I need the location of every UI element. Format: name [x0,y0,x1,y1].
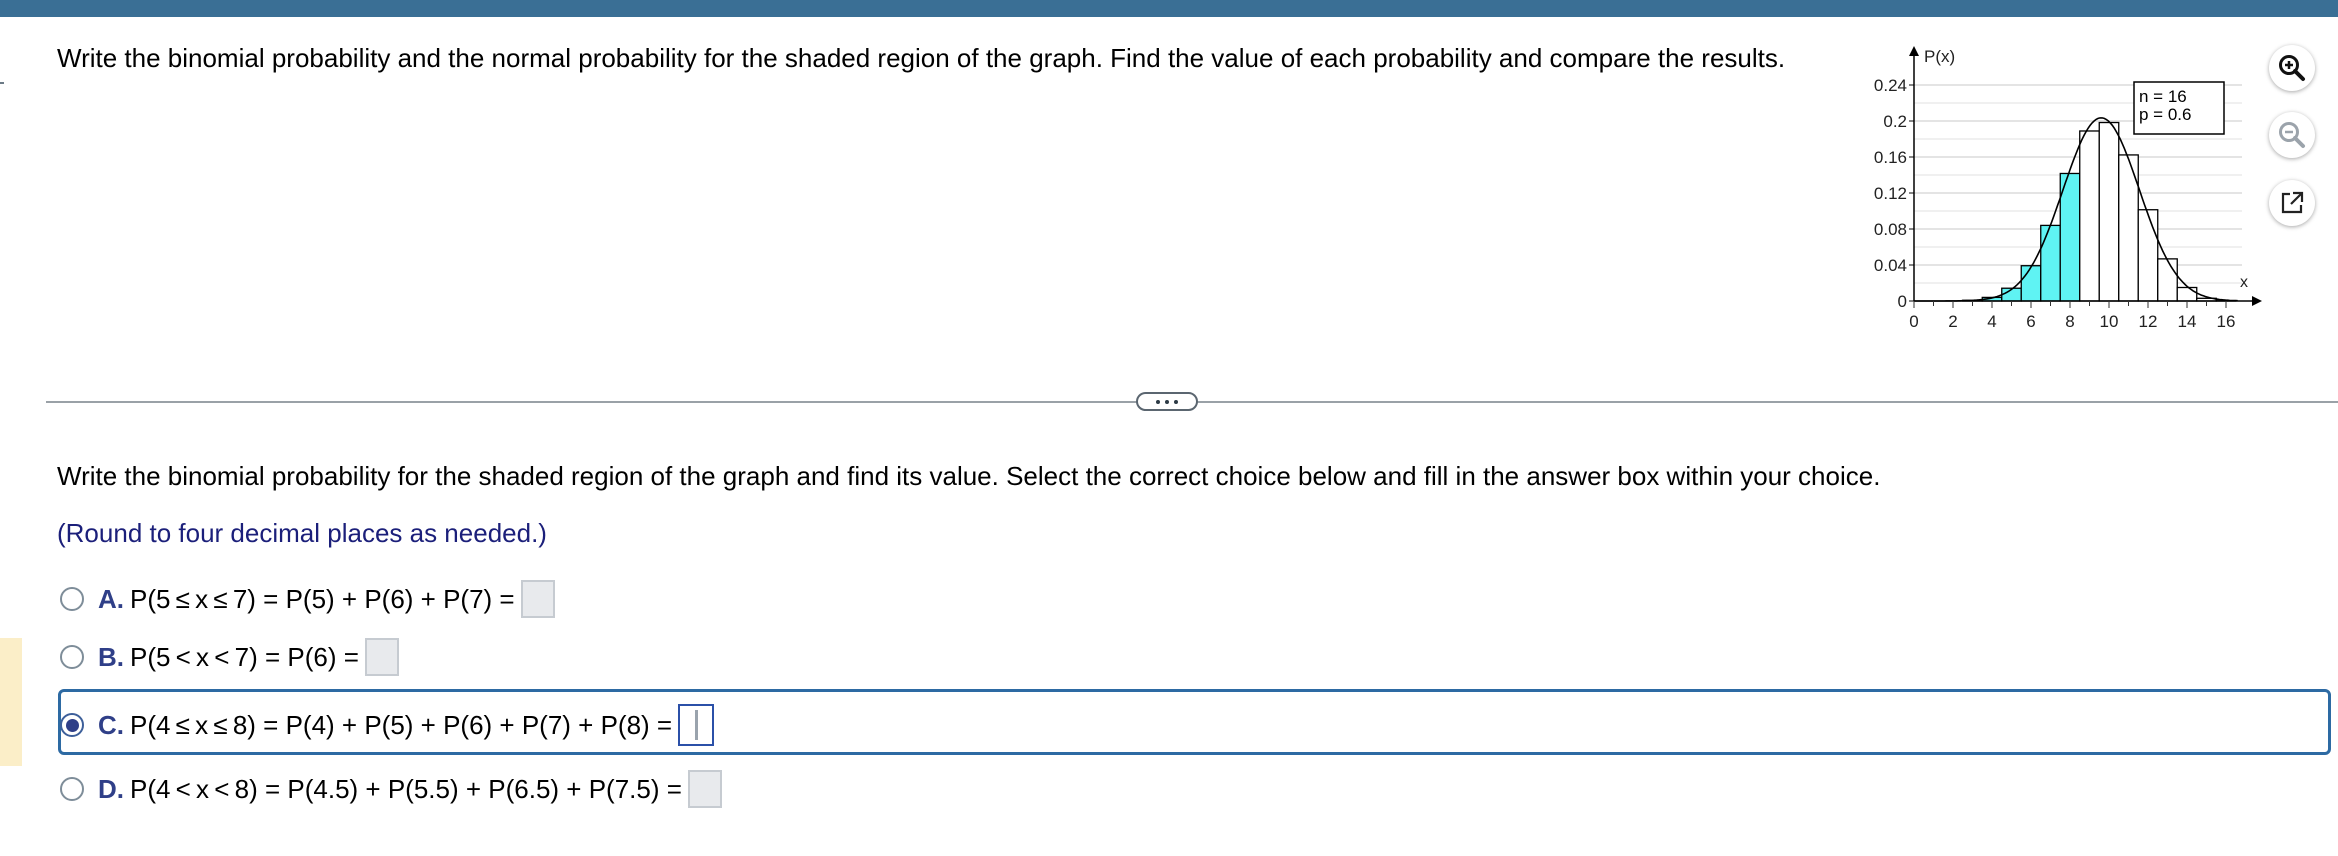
zoom-in-icon [2279,55,2305,81]
pop-out-icon [2281,191,2304,214]
histogram-bar [2176,286,2198,302]
choice-b-letter: B. [98,641,124,672]
dot-icon [1165,399,1169,404]
choice-c[interactable]: C. P(4 ≤ x ≤ 8) = P(4) + P(5) + P(6) + P… [60,704,715,746]
legend-entry: p = 0.6 [2139,105,2191,124]
choice-b-expression: P(5 < x < 7) = P(6) = [130,641,359,672]
expand-collapse-button[interactable] [1136,392,1198,411]
y-tick-label: 0.12 [1874,184,1907,203]
pop-out-button[interactable] [2269,180,2315,226]
left-accent-bar [0,638,22,766]
zoom-out-button[interactable] [2269,112,2315,158]
left-edge-marker [0,82,4,84]
x-tick-label: 14 [2178,312,2197,331]
histogram-bar [2079,130,2100,302]
y-tick-label: 0.04 [1874,256,1907,275]
y-tick-label: 0.08 [1874,220,1907,239]
choice-d-expression: P(4 < x < 8) = P(4.5) + P(5.5) + P(6.5) … [130,773,682,804]
choice-a-answer-box[interactable] [520,580,555,618]
dot-icon [1156,399,1160,404]
x-tick-label: 2 [1948,312,1957,331]
histogram-bar [2059,172,2081,302]
zoom-in-button[interactable] [2269,45,2315,91]
choice-b[interactable]: B. P(5 < x < 7) = P(6) = [60,638,399,676]
top-bar [0,0,2338,17]
section-divider-right [1192,401,2338,403]
choice-c-radio[interactable] [60,713,84,737]
x-tick-label: 10 [2100,312,2119,331]
section-divider-left [46,401,1138,403]
histogram-bar [2137,209,2159,302]
x-axis-label: x [2240,274,2248,291]
x-tick-label: 0 [1909,312,1918,331]
legend-entry: n = 16 [2139,87,2187,106]
choice-b-answer-box[interactable] [364,638,399,676]
choice-d-radio[interactable] [60,777,84,801]
y-tick-label: 0 [1898,292,1907,311]
x-tick-label: 4 [1987,312,1996,331]
choice-b-radio[interactable] [60,645,84,669]
choice-a[interactable]: A. P(5 ≤ x ≤ 7) = P(5) + P(6) + P(7) = [60,580,555,618]
radio-selected-dot [65,718,79,732]
choice-c-expression: P(4 ≤ x ≤ 8) = P(4) + P(5) + P(6) + P(7)… [130,709,673,740]
choice-d[interactable]: D. P(4 < x < 8) = P(4.5) + P(5.5) + P(6.… [60,770,722,808]
y-tick-label: 0.16 [1874,148,1907,167]
histogram-bar [2020,265,2042,302]
y-axis-arrow [1909,46,1919,56]
choice-a-letter: A. [98,583,124,614]
x-tick-label: 8 [2065,312,2074,331]
rounding-note: (Round to four decimal places as needed.… [57,518,547,548]
instruction-text: Write the binomial probability for the s… [57,461,1881,491]
choice-a-expression: P(5 ≤ x ≤ 7) = P(5) + P(6) + P(7) = [130,583,515,614]
histogram-bar [2098,121,2120,302]
choice-c-answer-input[interactable] [678,704,715,746]
binomial-histogram-chart: 0 0.04 0.08 0.12 0.16 0.2 0.24 0 2 4 6 8 10 12 14 16 P(x… [1874,46,2262,331]
dot-icon [1174,399,1178,404]
x-tick-label: 12 [2139,312,2158,331]
y-tick-label: 0.24 [1874,76,1907,95]
histogram-bar [2040,224,2061,302]
choice-a-radio[interactable] [60,587,84,611]
x-axis-arrow [2252,296,2262,306]
zoom-out-icon [2279,122,2305,148]
choice-d-letter: D. [98,773,124,804]
x-tick-label: 6 [2026,312,2035,331]
y-tick-label: 0.2 [1883,112,1907,131]
x-tick-label: 16 [2217,312,2236,331]
choice-c-letter: C. [98,709,124,740]
question-text: Write the binomial probability and the n… [57,43,1786,73]
y-axis-label: P(x) [1924,47,1955,66]
histogram-bar [2157,258,2178,302]
choice-d-answer-box[interactable] [687,770,722,808]
text-cursor [694,710,698,740]
